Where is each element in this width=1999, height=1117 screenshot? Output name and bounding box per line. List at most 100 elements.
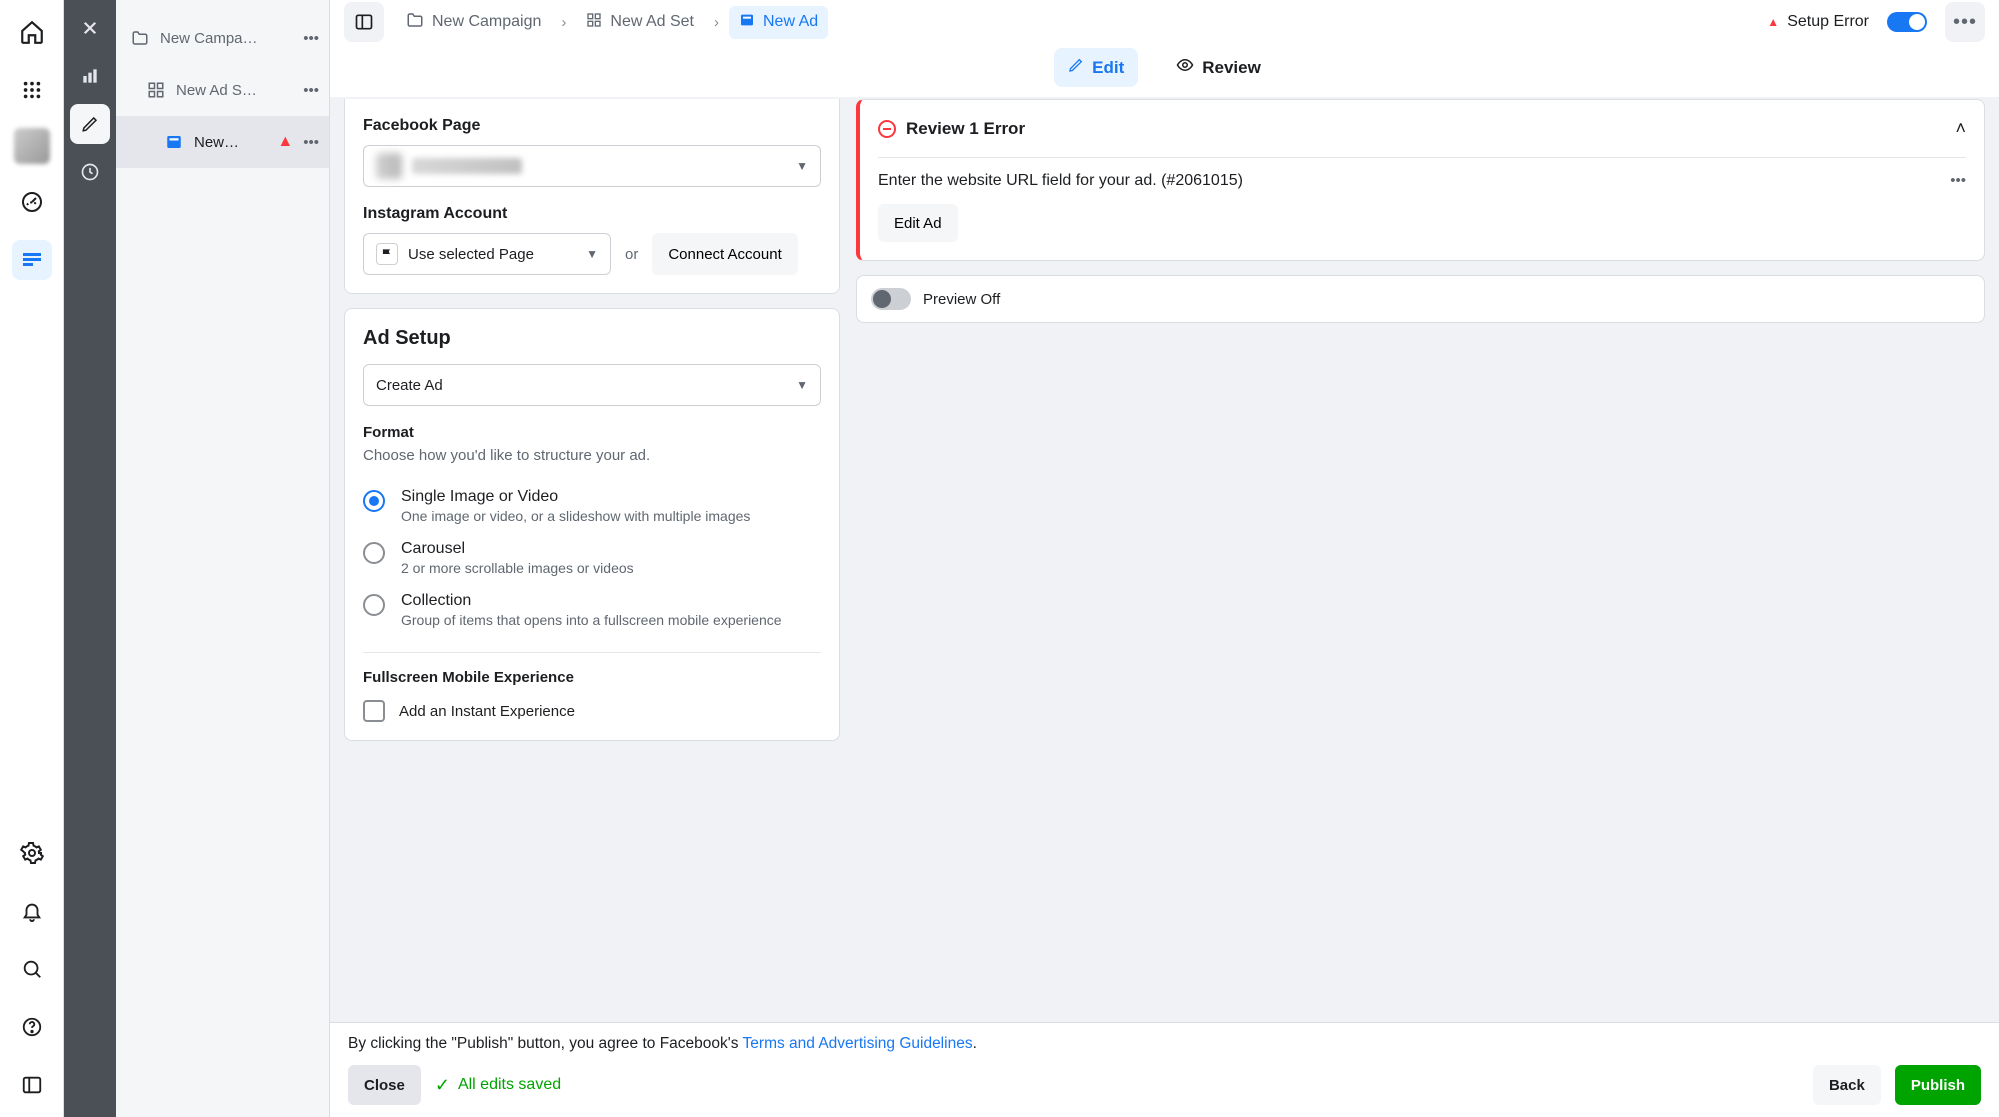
tab-label: Edit <box>1092 58 1124 78</box>
review-errors-title: Review 1 Error <box>906 119 1945 139</box>
save-status: ✓ All edits saved <box>435 1075 561 1096</box>
page-name-redacted <box>412 158 522 174</box>
panel-toggle-icon[interactable] <box>344 2 384 42</box>
topbar: New Campaign › New Ad Set › New Ad ▲ Set… <box>330 0 1999 44</box>
fb-page-select[interactable]: ▼ <box>363 145 821 187</box>
format-label: Format <box>363 424 821 441</box>
crumb-ad[interactable]: New Ad <box>729 6 828 39</box>
more-icon[interactable]: ••• <box>303 82 319 99</box>
avatar[interactable] <box>14 128 50 164</box>
radio-icon <box>363 594 385 616</box>
chevron-up-icon[interactable]: ˄ <box>1955 118 1966 139</box>
preview-toggle[interactable] <box>871 288 911 310</box>
back-button[interactable]: Back <box>1813 1065 1881 1105</box>
format-option-collection[interactable]: Collection Group of items that opens int… <box>363 584 821 636</box>
chevron-down-icon: ▼ <box>586 247 598 261</box>
chevron-right-icon: › <box>714 14 719 31</box>
close-icon[interactable] <box>70 8 110 48</box>
preview-label: Preview Off <box>923 291 1000 308</box>
chevron-down-icon: ▼ <box>796 378 808 392</box>
publish-button[interactable]: Publish <box>1895 1065 1981 1105</box>
work-area: New Campaign › New Ad Set › New Ad ▲ Set… <box>330 0 1999 1117</box>
fullscreen-label: Fullscreen Mobile Experience <box>363 669 821 686</box>
chevron-down-icon: ▼ <box>796 159 808 173</box>
ig-account-select[interactable]: Use selected Page ▼ <box>363 233 611 275</box>
ad-setup-mode-select[interactable]: Create Ad ▼ <box>363 364 821 406</box>
folder-icon <box>406 11 424 34</box>
tree-campaign[interactable]: New Campa… ••• <box>116 12 329 64</box>
footer-bar: By clicking the "Publish" button, you ag… <box>330 1022 1999 1117</box>
crumb-campaign[interactable]: New Campaign <box>396 5 551 40</box>
editor-mini-rail <box>64 0 116 1117</box>
more-icon[interactable]: ••• <box>1950 172 1966 189</box>
publish-disclaimer: By clicking the "Publish" button, you ag… <box>348 1035 1981 1053</box>
tab-edit[interactable]: Edit <box>1054 48 1138 87</box>
grid-icon <box>146 80 166 100</box>
more-icon[interactable]: ••• <box>303 134 319 151</box>
close-button[interactable]: Close <box>348 1065 421 1105</box>
header-toggle[interactable] <box>1887 12 1927 32</box>
instant-experience-checkbox[interactable] <box>363 700 385 722</box>
option-title: Carousel <box>401 540 634 558</box>
grid-icon <box>586 12 602 33</box>
terms-link[interactable]: Terms and Advertising Guidelines <box>743 1035 973 1052</box>
speedometer-icon[interactable] <box>12 182 52 222</box>
tree-item-label: New Ad S… <box>176 82 293 99</box>
crumb-label: New Ad <box>763 13 818 31</box>
edit-icon[interactable] <box>70 104 110 144</box>
identity-card: Facebook Page ▼ Instagram Account Use se… <box>344 99 840 294</box>
tab-review[interactable]: Review <box>1162 48 1275 87</box>
chevron-right-icon: › <box>561 14 566 31</box>
side-pane: Review 1 Error ˄ Enter the website URL f… <box>856 97 1985 1022</box>
breadcrumb: New Campaign › New Ad Set › New Ad <box>396 5 1761 40</box>
setup-error-label: Setup Error <box>1787 13 1869 31</box>
ads-manager-icon[interactable] <box>12 240 52 280</box>
warning-icon: ▲ <box>277 133 293 151</box>
tree-item-label: New… <box>194 134 267 151</box>
search-icon[interactable] <box>12 949 52 989</box>
form-pane: Facebook Page ▼ Instagram Account Use se… <box>344 97 840 1022</box>
global-nav-rail <box>0 0 64 1117</box>
notifications-icon[interactable] <box>12 891 52 931</box>
edit-ad-button[interactable]: Edit Ad <box>878 204 958 242</box>
structure-tree: New Campa… ••• New Ad S… ••• New… ▲ ••• <box>116 0 330 1117</box>
edit-review-tabs: Edit Review <box>330 44 1999 97</box>
ad-setup-title: Ad Setup <box>363 327 821 350</box>
option-desc: Group of items that opens into a fullscr… <box>401 612 782 628</box>
ad-icon <box>164 132 184 152</box>
format-option-carousel[interactable]: Carousel 2 or more scrollable images or … <box>363 532 821 584</box>
chart-icon[interactable] <box>70 56 110 96</box>
error-message: Enter the website URL field for your ad.… <box>878 172 1940 190</box>
format-help: Choose how you'd like to structure your … <box>363 447 821 464</box>
tree-ad[interactable]: New… ▲ ••• <box>116 116 329 168</box>
help-icon[interactable] <box>12 1007 52 1047</box>
instant-experience-label: Add an Instant Experience <box>399 703 575 720</box>
check-icon: ✓ <box>435 1075 450 1096</box>
option-title: Single Image or Video <box>401 488 750 506</box>
folder-icon <box>130 28 150 48</box>
connect-account-button[interactable]: Connect Account <box>652 233 797 275</box>
home-icon[interactable] <box>12 12 52 52</box>
history-icon[interactable] <box>70 152 110 192</box>
apps-icon[interactable] <box>12 70 52 110</box>
setup-error-badge: ▲ Setup Error <box>1767 13 1869 31</box>
tab-label: Review <box>1202 58 1261 78</box>
save-status-label: All edits saved <box>458 1076 561 1094</box>
ig-select-value: Use selected Page <box>408 246 534 263</box>
or-text: or <box>625 246 638 263</box>
eye-icon <box>1176 56 1194 79</box>
more-icon[interactable]: ••• <box>303 30 319 47</box>
ad-icon <box>739 12 755 33</box>
crumb-label: New Ad Set <box>610 13 694 31</box>
tree-adset[interactable]: New Ad S… ••• <box>116 64 329 116</box>
settings-icon[interactable] <box>12 833 52 873</box>
collapse-icon[interactable] <box>12 1065 52 1105</box>
ad-setup-card: Ad Setup Create Ad ▼ Format Choose how y… <box>344 308 840 741</box>
radio-icon <box>363 490 385 512</box>
more-menu-icon[interactable]: ••• <box>1945 2 1985 42</box>
crumb-adset[interactable]: New Ad Set <box>576 6 704 39</box>
format-option-single[interactable]: Single Image or Video One image or video… <box>363 480 821 532</box>
fb-page-label: Facebook Page <box>363 117 821 135</box>
page-thumbnail <box>376 153 402 179</box>
option-desc: One image or video, or a slideshow with … <box>401 508 750 524</box>
